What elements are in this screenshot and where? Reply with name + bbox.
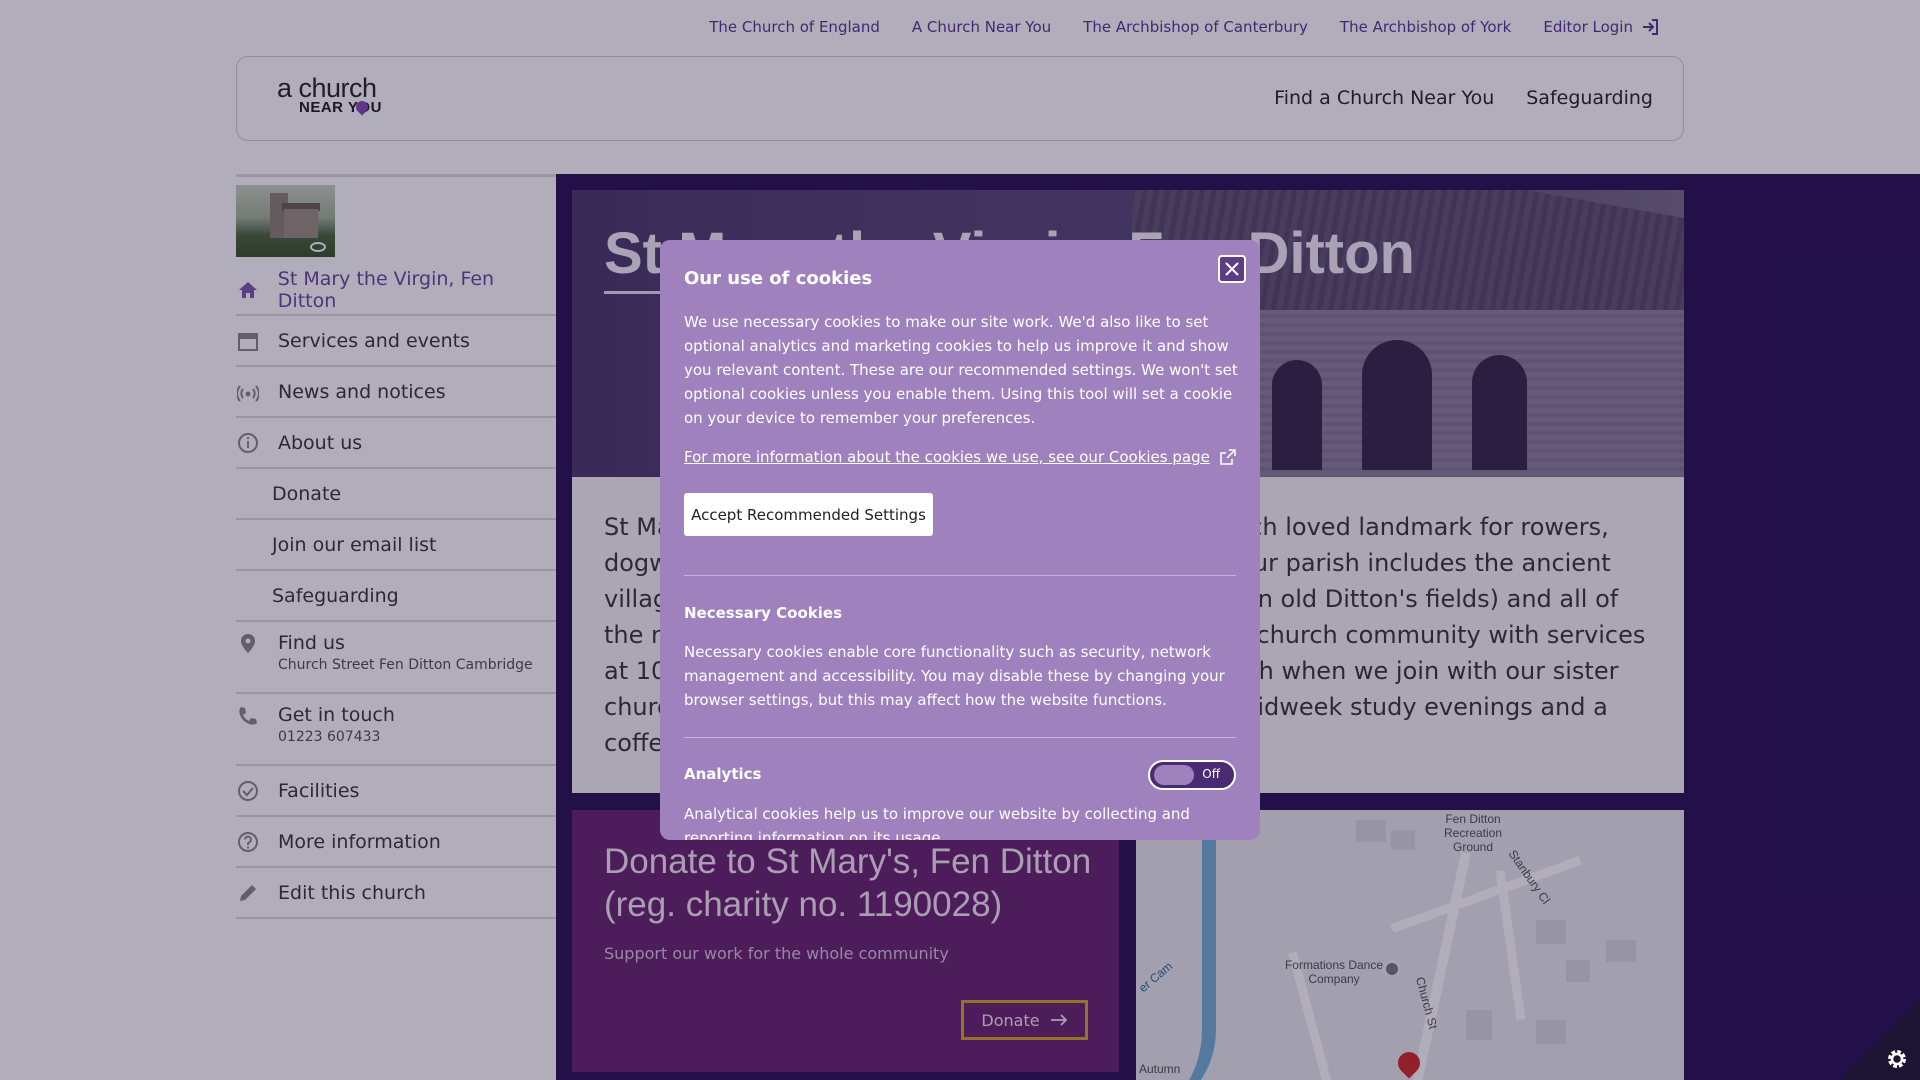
gear-icon[interactable] [1884,1046,1910,1072]
cookie-modal: Our use of cookies We use necessary cook… [660,240,1260,840]
analytics-toggle[interactable]: Off [1148,760,1236,790]
cookies-page-link[interactable]: For more information about the cookies w… [684,448,1236,466]
cookie-modal-title: Our use of cookies [684,268,873,289]
cookie-intro-text: We use necessary cookies to make our sit… [684,313,1238,427]
toggle-knob [1154,765,1194,785]
necessary-cookies-heading: Necessary Cookies [684,604,843,622]
close-button[interactable] [1218,255,1246,283]
external-link-icon [1220,449,1236,465]
cookies-page-link-label: For more information about the cookies w… [684,448,1210,466]
modal-divider [684,737,1236,738]
necessary-cookies-text: Necessary cookies enable core functional… [684,643,1225,709]
analytics-heading: Analytics [684,765,762,783]
modal-divider [684,575,1236,576]
toggle-state-label: Off [1202,767,1220,781]
accept-recommended-button[interactable]: Accept Recommended Settings [684,493,933,536]
close-icon [1225,262,1239,276]
analytics-text: Analytical cookies help us to improve ou… [684,805,1190,840]
